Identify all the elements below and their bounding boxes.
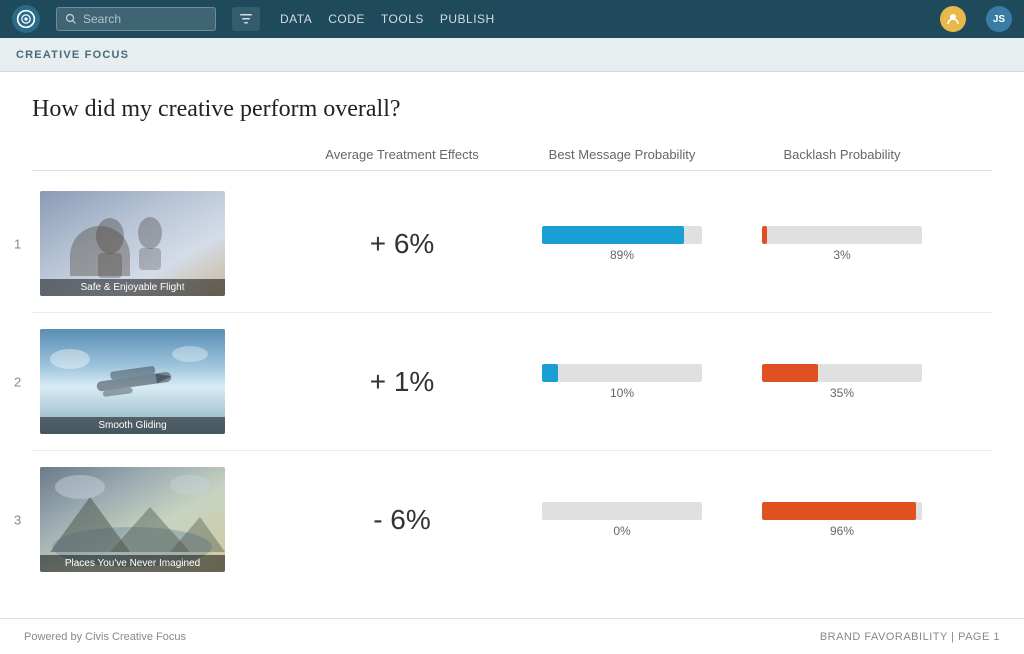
thumb-label-3: Places You've Never Imagined	[40, 555, 225, 572]
footer-left: Powered by Civis Creative Focus	[24, 631, 186, 643]
backlash-prob-cell-2: 35%	[732, 364, 952, 400]
best-bar-label-1: 89%	[610, 248, 634, 262]
backlash-bar-fill-3	[762, 502, 916, 520]
user-avatar[interactable]: JS	[986, 6, 1012, 32]
table-header: Average Treatment Effects Best Message P…	[32, 147, 992, 171]
thumb-label-1: Safe & Enjoyable Flight	[40, 279, 225, 296]
best-prob-cell-2: 10%	[512, 364, 732, 400]
backlash-bar-label-2: 35%	[830, 386, 854, 400]
ate-value-2: + 1%	[292, 366, 512, 398]
best-bar-track-2	[542, 364, 702, 382]
backlash-bar-label-3: 96%	[830, 524, 854, 538]
nav-publish[interactable]: PUBLISH	[440, 12, 495, 26]
col-best-msg: Best Message Probability	[512, 147, 732, 162]
main-content: How did my creative perform overall? Ave…	[0, 72, 1024, 618]
col-thumbnail	[32, 147, 292, 162]
breadcrumb-bar: CREATIVE FOCUS	[0, 38, 1024, 72]
thumbnail-safe[interactable]: Safe & Enjoyable Flight	[40, 191, 225, 296]
best-bar-track-3	[542, 502, 702, 520]
col-ate: Average Treatment Effects	[292, 147, 512, 162]
backlash-bar-label-1: 3%	[833, 248, 850, 262]
best-prob-cell-3: 0%	[512, 502, 732, 538]
thumbnail-cell-1: Safe & Enjoyable Flight	[32, 191, 292, 296]
thumb-label-2: Smooth Gliding	[40, 417, 225, 434]
best-bar-label-2: 10%	[610, 386, 634, 400]
search-icon	[65, 13, 77, 25]
best-prob-cell-1: 89%	[512, 226, 732, 262]
best-bar-fill-1	[542, 226, 684, 244]
backlash-prob-cell-1: 3%	[732, 226, 952, 262]
row-number-3: 3	[14, 512, 21, 527]
search-box[interactable]	[56, 7, 216, 31]
page-title: How did my creative perform overall?	[32, 96, 992, 123]
row-number-1: 1	[14, 236, 21, 251]
thumbnail-cell-3: Places You've Never Imagined	[32, 467, 292, 572]
backlash-prob-cell-3: 96%	[732, 502, 952, 538]
table-row: 3	[32, 451, 992, 588]
best-bar-fill-2	[542, 364, 558, 382]
filter-icon-button[interactable]	[232, 7, 260, 31]
nav-code[interactable]: CODE	[328, 12, 365, 26]
breadcrumb: CREATIVE FOCUS	[16, 49, 129, 61]
backlash-bar-fill-1	[762, 226, 767, 244]
nav-data[interactable]: DATA	[280, 12, 312, 26]
ate-value-1: + 6%	[292, 228, 512, 260]
footer-right: BRAND FAVORABILITY | PAGE 1	[820, 631, 1000, 643]
table-row: 1	[32, 175, 992, 313]
table-row: 2	[32, 313, 992, 451]
backlash-bar-track-1	[762, 226, 922, 244]
thumbnail-cell-2: Smooth Gliding	[32, 329, 292, 434]
search-input[interactable]	[83, 12, 203, 26]
nav-tools[interactable]: TOOLS	[381, 12, 424, 26]
filter-icon	[239, 12, 253, 26]
backlash-bar-fill-2	[762, 364, 818, 382]
best-bar-track-1	[542, 226, 702, 244]
ate-value-3: - 6%	[292, 504, 512, 536]
avatar-notification[interactable]	[940, 6, 966, 32]
thumbnail-places[interactable]: Places You've Never Imagined	[40, 467, 225, 572]
top-nav: DATA CODE TOOLS PUBLISH JS	[0, 0, 1024, 38]
nav-links: DATA CODE TOOLS PUBLISH	[280, 12, 495, 26]
row-number-2: 2	[14, 374, 21, 389]
footer: Powered by Civis Creative Focus BRAND FA…	[0, 618, 1024, 654]
backlash-bar-track-2	[762, 364, 922, 382]
best-bar-label-3: 0%	[613, 524, 630, 538]
logo[interactable]	[12, 5, 40, 33]
col-backlash: Backlash Probability	[732, 147, 952, 162]
thumbnail-glide[interactable]: Smooth Gliding	[40, 329, 225, 434]
backlash-bar-track-3	[762, 502, 922, 520]
